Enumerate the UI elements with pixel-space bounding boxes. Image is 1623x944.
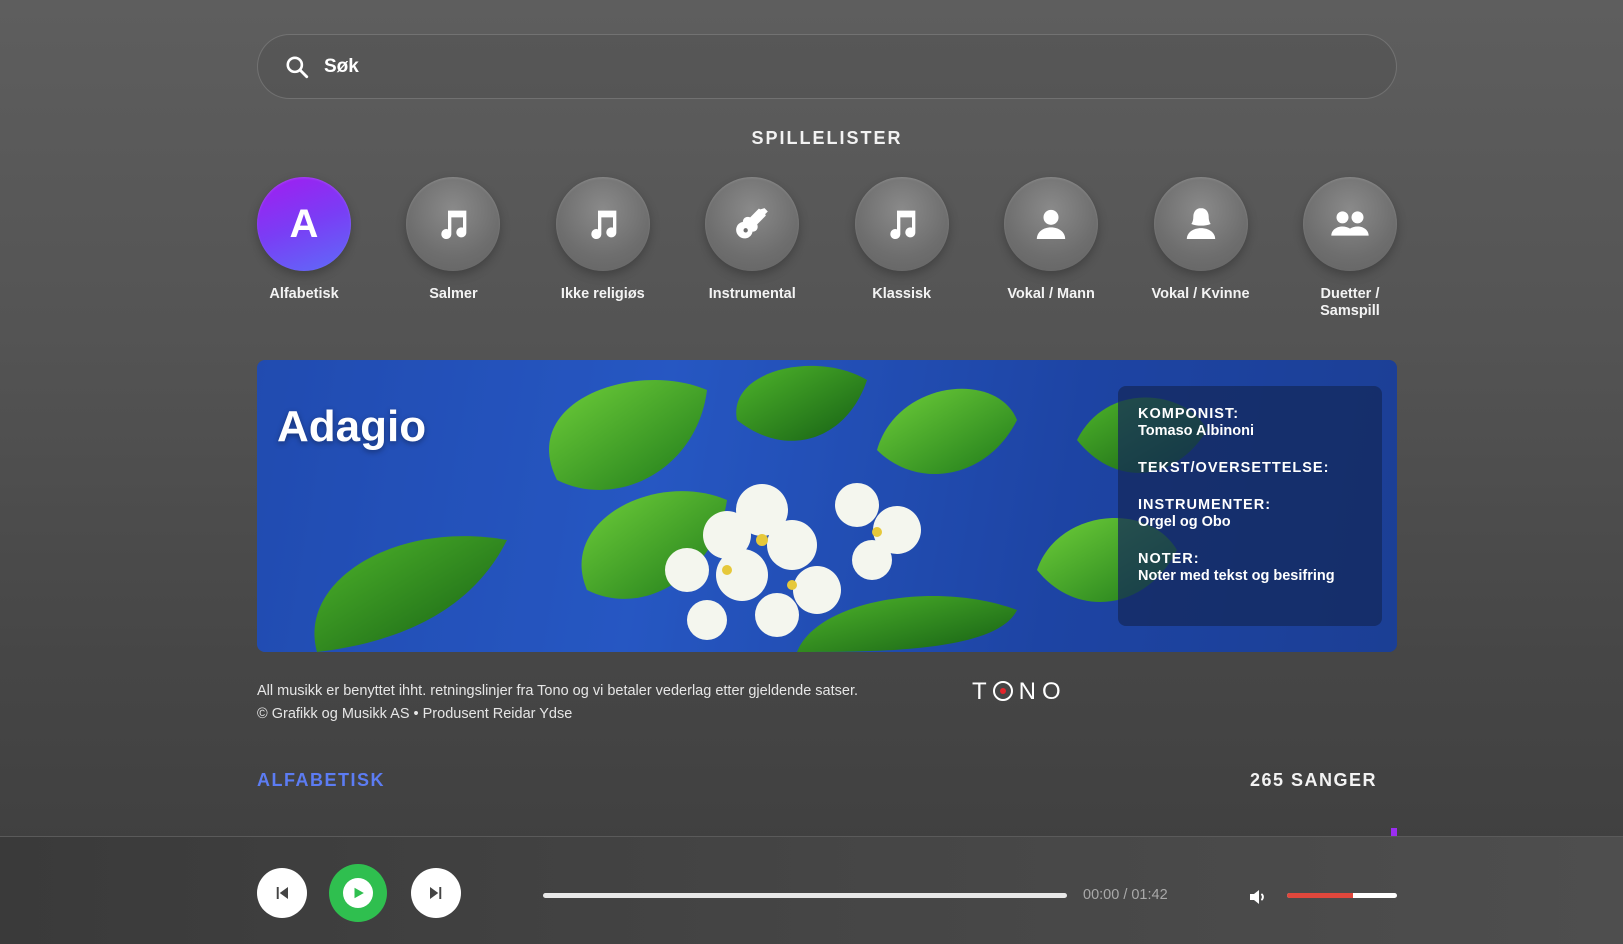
search-input[interactable]	[324, 55, 1396, 78]
playlist-label: Vokal / Mann	[1007, 286, 1095, 302]
volume-slider[interactable]	[1287, 893, 1397, 898]
playlist-icon-circle[interactable]	[854, 177, 949, 271]
playlist-icon-circle[interactable]: A	[257, 177, 351, 271]
info-instruments: INSTRUMENTER: Orgel og Obo	[1138, 497, 1362, 531]
playlist-vokal-mann[interactable]: Vokal / Mann	[1004, 177, 1099, 320]
legal-line-1: All musikk er benyttet ihht. retningslin…	[257, 683, 859, 699]
playlist-icon-circle[interactable]	[406, 177, 501, 271]
info-label: NOTER:	[1138, 551, 1200, 567]
song-info-panel: KOMPONIST: Tomaso Albinoni TEKST/OVERSET…	[1118, 386, 1382, 626]
song-count: 265 SANGER	[1249, 770, 1377, 790]
playlist-salmer[interactable]: Salmer	[406, 177, 501, 320]
legal-line-2: © Grafikk og Musikk AS • Produsent Reida…	[257, 706, 573, 722]
playlist-label: Instrumental	[708, 286, 796, 302]
info-notes: NOTER: Noter med tekst og besifring	[1138, 551, 1362, 585]
tono-o-icon	[992, 681, 1013, 701]
info-value: Orgel og Obo	[1138, 514, 1231, 530]
tono-logo-rest: NO	[1018, 678, 1067, 705]
playlist-label: Klassisk	[872, 286, 932, 302]
track-progress-bar[interactable]	[543, 893, 1067, 898]
volume-slider-fill	[1287, 893, 1353, 898]
playlist-icon-circle[interactable]	[1302, 177, 1397, 271]
info-lyrics: TEKST/OVERSETTELSE:	[1138, 460, 1362, 477]
play-button-inner	[343, 878, 373, 908]
playlist-klassisk[interactable]: Klassisk	[854, 177, 949, 320]
song-hero-banner: Adagio KOMPONIST: Tomaso Albinoni TEKST/…	[257, 360, 1397, 652]
music-note-icon	[591, 210, 617, 240]
playlist-row: A Alfabetisk Salmer Ikke religiøs Instru…	[257, 177, 1397, 320]
song-list-header: ALFABETISK 265 SANGER	[257, 770, 1397, 791]
music-note-icon	[441, 210, 467, 240]
current-playlist-label: ALFABETISK	[257, 770, 386, 790]
playlist-icon-circle[interactable]	[1153, 177, 1248, 271]
playlist-duetter-samspill[interactable]: Duetter / Samspill	[1302, 177, 1397, 320]
group-icon	[1331, 211, 1369, 236]
playlists-heading: SPILLELISTER	[751, 128, 903, 148]
music-note-icon	[890, 210, 916, 240]
tono-logo-t: T	[972, 678, 993, 705]
play-button[interactable]	[329, 864, 387, 922]
tono-logo: T NO	[972, 678, 1067, 705]
playlist-label: Ikke religiøs	[560, 286, 645, 302]
playlist-icon-circle[interactable]	[555, 177, 650, 271]
player-bar	[0, 836, 1623, 944]
info-value: Tomaso Albinoni	[1138, 423, 1254, 439]
song-title: Adagio	[277, 402, 427, 451]
track-time: 00:00 / 01:42	[1083, 887, 1168, 903]
playlist-icon-circle[interactable]	[705, 177, 800, 271]
skip-next-icon	[430, 887, 442, 899]
search-icon	[286, 55, 309, 78]
scroll-indicator[interactable]	[1391, 828, 1397, 836]
playlist-ikke-religios[interactable]: Ikke religiøs	[555, 177, 650, 320]
playlist-alfabetisk[interactable]: A Alfabetisk	[257, 177, 351, 320]
playlist-instrumental[interactable]: Instrumental	[705, 177, 800, 320]
info-value: Noter med tekst og besifring	[1138, 568, 1335, 584]
volume-icon[interactable]	[1247, 885, 1271, 909]
male-person-icon	[1036, 209, 1066, 239]
previous-track-button[interactable]	[257, 868, 307, 918]
letter-a-icon: A	[289, 201, 319, 246]
info-label: TEKST/OVERSETTELSE:	[1138, 460, 1330, 476]
playlist-icon-circle[interactable]	[1004, 177, 1099, 271]
female-person-icon	[1186, 208, 1215, 239]
playlist-label: Alfabetisk	[269, 286, 339, 302]
skip-previous-icon	[276, 887, 288, 899]
playlist-vokal-kvinne[interactable]: Vokal / Kvinne	[1152, 177, 1250, 320]
info-composer: KOMPONIST: Tomaso Albinoni	[1138, 406, 1362, 440]
playlist-label: Salmer	[429, 286, 478, 302]
guitar-icon	[736, 208, 769, 239]
next-track-button[interactable]	[411, 868, 461, 918]
playlist-label: Duetter / Samspill	[1320, 286, 1380, 319]
info-label: INSTRUMENTER:	[1138, 497, 1272, 513]
legal-notice: All musikk er benyttet ihht. retningslin…	[257, 680, 1397, 726]
search-bar[interactable]	[257, 34, 1397, 99]
info-label: KOMPONIST:	[1138, 406, 1240, 422]
play-icon	[354, 887, 364, 899]
playlist-label: Vokal / Kvinne	[1151, 286, 1250, 302]
